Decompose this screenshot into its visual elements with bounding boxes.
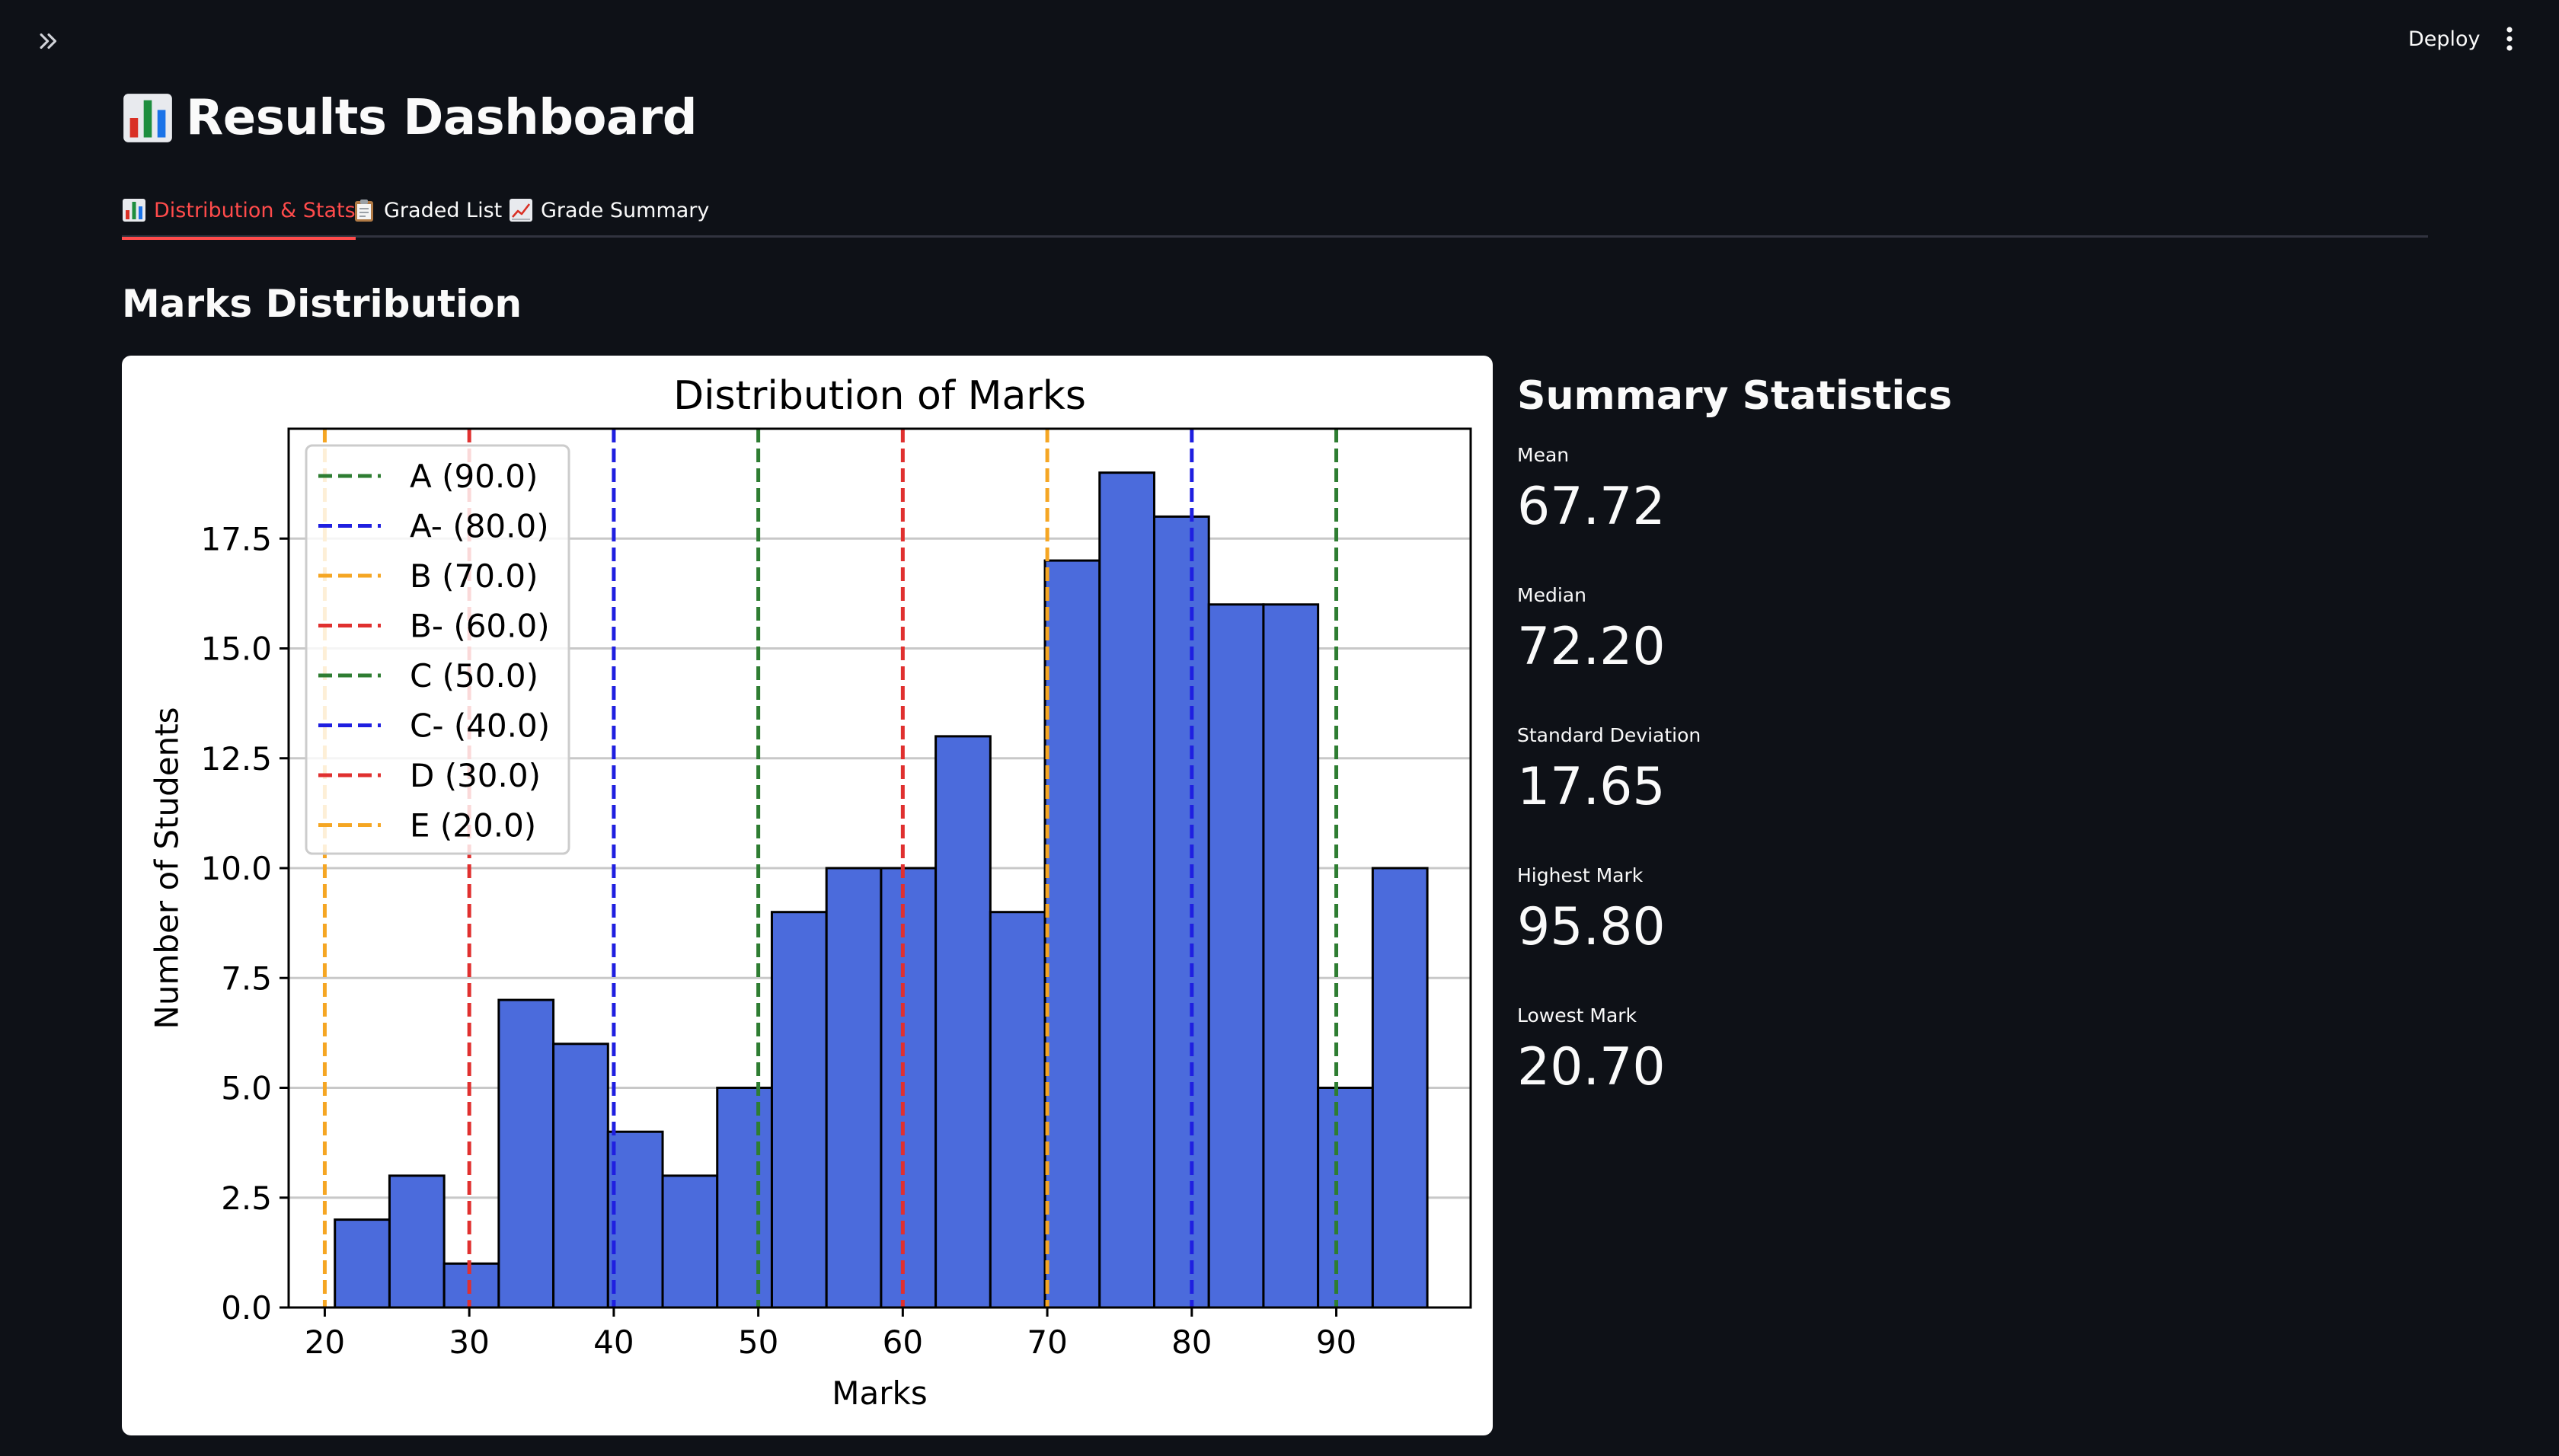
y-tick-label: 2.5 bbox=[221, 1180, 272, 1217]
bar-chart-icon bbox=[123, 199, 145, 222]
summary-statistics-panel: Summary Statistics Mean 67.72 Median 72.… bbox=[1517, 373, 2203, 1142]
double-chevron-right-icon bbox=[40, 33, 57, 49]
x-axis-label: Marks bbox=[832, 1375, 927, 1412]
metric-label: Mean bbox=[1517, 444, 1570, 466]
y-tick-label: 10.0 bbox=[200, 850, 272, 887]
tab-bar: Distribution & Stats Graded List Grade S… bbox=[122, 183, 2428, 240]
x-tick-label: 60 bbox=[883, 1323, 923, 1361]
y-tick-label: 17.5 bbox=[200, 520, 272, 557]
histogram-bar bbox=[442, 1262, 500, 1309]
clipboard-icon bbox=[355, 200, 373, 222]
histogram-bar bbox=[1262, 603, 1320, 1309]
histogram-bar bbox=[552, 1043, 609, 1309]
bar-chart-icon bbox=[123, 94, 172, 142]
metric-label: Median bbox=[1517, 584, 1586, 606]
histogram-bar bbox=[1043, 559, 1101, 1309]
histogram-bar bbox=[606, 1130, 664, 1309]
legend-label: C- (40.0) bbox=[410, 707, 550, 745]
histogram-bar bbox=[1098, 471, 1155, 1309]
chart-card: 0.0 2.5 5.0 7.5 10.0 12.5 15.0 17.5 20 30 40 50 60 70… bbox=[122, 356, 1493, 1435]
histogram-bar bbox=[661, 1174, 719, 1309]
legend-label: D (30.0) bbox=[410, 757, 541, 794]
tab-label: Graded List bbox=[384, 198, 503, 222]
y-tick-label: 12.5 bbox=[200, 740, 272, 777]
metric-value: 20.70 bbox=[1517, 1037, 1666, 1097]
metric-value: 72.20 bbox=[1517, 617, 1666, 677]
x-tick-label: 80 bbox=[1171, 1323, 1212, 1361]
y-axis-label: Number of Students bbox=[149, 707, 186, 1029]
metric-label: Highest Mark bbox=[1517, 864, 1644, 886]
histogram-bar bbox=[770, 911, 828, 1309]
metric-value: 95.80 bbox=[1517, 897, 1666, 957]
histogram-bar bbox=[497, 998, 555, 1309]
metric-lowest-mark: Lowest Mark 20.70 bbox=[1517, 1002, 2203, 1142]
legend-label: C (50.0) bbox=[410, 657, 538, 694]
page-title-text: Results Dashboard bbox=[186, 90, 698, 146]
histogram-bar bbox=[1371, 867, 1429, 1309]
histogram-bar bbox=[880, 867, 938, 1309]
y-tick-label: 5.0 bbox=[221, 1070, 272, 1107]
x-tick-label: 40 bbox=[593, 1323, 634, 1361]
tab-graded-list[interactable]: Graded List bbox=[352, 183, 502, 238]
histogram-bar bbox=[934, 735, 992, 1309]
legend-label: B- (60.0) bbox=[410, 608, 550, 645]
tab-distribution-stats[interactable]: Distribution & Stats bbox=[122, 183, 356, 240]
y-tick-label: 0.0 bbox=[221, 1289, 272, 1327]
x-tick-label: 70 bbox=[1027, 1323, 1067, 1361]
marks-histogram-chart: 0.0 2.5 5.0 7.5 10.0 12.5 15.0 17.5 20 30 40 50 60 70… bbox=[149, 373, 1472, 1412]
legend-label: E (20.0) bbox=[410, 807, 536, 845]
histogram-bar bbox=[1152, 515, 1210, 1309]
histogram-bar bbox=[825, 867, 883, 1309]
metric-value: 67.72 bbox=[1517, 477, 1666, 537]
deploy-button[interactable]: Deploy bbox=[2399, 20, 2490, 58]
page-title: Results Dashboard bbox=[122, 84, 698, 152]
histogram-bar bbox=[1207, 603, 1265, 1309]
expand-sidebar-button[interactable] bbox=[30, 23, 67, 59]
histogram-bar bbox=[716, 1087, 773, 1309]
y-tick-label: 15.0 bbox=[200, 631, 272, 668]
metric-label: Standard Deviation bbox=[1517, 724, 1701, 746]
vertical-dots-icon bbox=[2506, 27, 2513, 51]
histogram-bar bbox=[989, 911, 1046, 1309]
metric-value: 17.65 bbox=[1517, 757, 1666, 817]
metric-mean: Mean 67.72 bbox=[1517, 442, 2203, 582]
x-tick-label: 50 bbox=[738, 1323, 778, 1361]
chart-title: Distribution of Marks bbox=[673, 373, 1086, 419]
legend-label: A (90.0) bbox=[410, 458, 538, 495]
histogram-bar bbox=[334, 1218, 391, 1309]
tab-label: Grade Summary bbox=[541, 198, 710, 222]
metric-median: Median 72.20 bbox=[1517, 582, 2203, 722]
metric-standard-deviation: Standard Deviation 17.65 bbox=[1517, 722, 2203, 862]
y-tick-label: 7.5 bbox=[221, 959, 272, 997]
section-heading: Marks Distribution bbox=[122, 282, 522, 326]
legend-label: B (70.0) bbox=[410, 557, 538, 595]
x-tick-label: 20 bbox=[305, 1323, 345, 1361]
tab-label: Distribution & Stats bbox=[154, 198, 356, 222]
histogram-bar bbox=[388, 1174, 446, 1309]
tab-grade-summary[interactable]: Grade Summary bbox=[509, 183, 709, 238]
metric-label: Lowest Mark bbox=[1517, 1004, 1637, 1027]
metric-highest-mark: Highest Mark 95.80 bbox=[1517, 862, 2203, 1002]
x-tick-label: 90 bbox=[1316, 1323, 1356, 1361]
chart-legend: A (90.0) A- (80.0) B (70.0) B- (60.0) C (50.… bbox=[305, 444, 570, 855]
histogram-bar bbox=[1317, 1087, 1374, 1309]
summary-statistics-heading: Summary Statistics bbox=[1517, 373, 1953, 419]
x-tick-label: 30 bbox=[449, 1323, 489, 1361]
main-menu-button[interactable] bbox=[2494, 21, 2525, 56]
app-root: Deploy Results Dashboard Distribution & … bbox=[0, 0, 2559, 1456]
chart-increasing-icon bbox=[510, 199, 532, 222]
legend-label: A- (80.0) bbox=[410, 508, 549, 545]
